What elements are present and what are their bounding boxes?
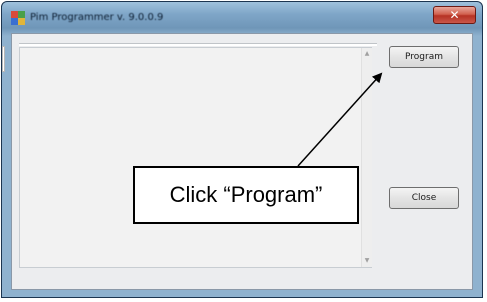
client-area: ▲ ▼ Program Close <box>11 33 473 290</box>
scroll-down-arrow-icon[interactable]: ▼ <box>363 257 371 265</box>
scroll-up-arrow-icon[interactable]: ▲ <box>363 50 371 58</box>
instruction-callout: Click “Program” <box>133 166 359 224</box>
program-button[interactable]: Program <box>389 46 459 68</box>
vertical-scrollbar[interactable]: ▲ ▼ <box>361 48 372 267</box>
window-close-button[interactable]: ✕ <box>433 6 476 24</box>
title-bar[interactable]: Pim Programmer v. 9.0.0.9 ✕ <box>2 2 482 33</box>
close-button[interactable]: Close <box>389 187 459 209</box>
divider <box>19 43 377 46</box>
close-icon: ✕ <box>449 8 460 22</box>
window-title: Pim Programmer v. 9.0.0.9 <box>30 12 164 23</box>
output-log[interactable] <box>19 47 372 268</box>
left-edge-handle <box>2 46 5 72</box>
app-logo-icon <box>11 11 25 25</box>
program-window: Pim Programmer v. 9.0.0.9 ✕ ▲ ▼ Program … <box>1 1 483 298</box>
